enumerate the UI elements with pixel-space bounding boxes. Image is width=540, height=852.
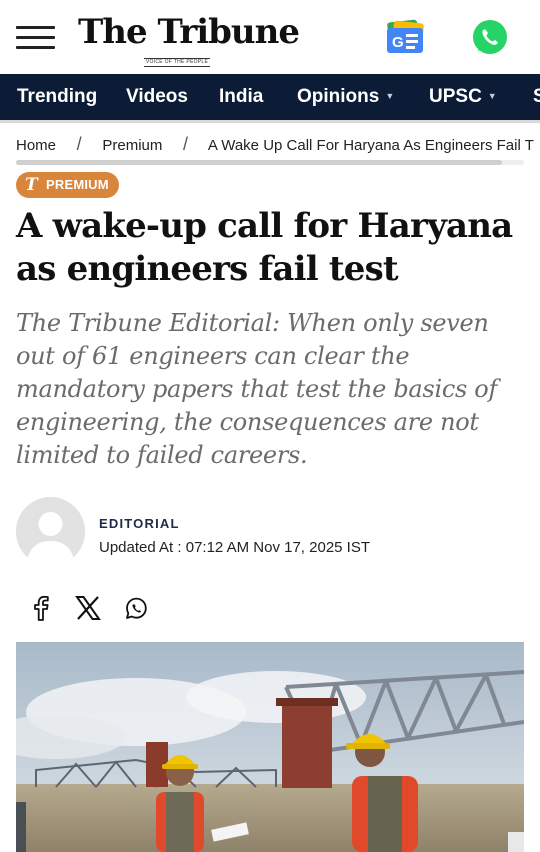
caret-down-icon: ▼ <box>385 91 395 101</box>
nav-upsc[interactable]: UPSC ▼ <box>429 74 497 122</box>
breadcrumb-separator: / <box>76 134 82 154</box>
site-header: The Tribune VOICE OF THE PEOPLE G <box>0 0 540 74</box>
google-news-icon[interactable]: G <box>384 19 426 55</box>
nav-label: Videos <box>126 86 188 107</box>
breadcrumb-separator: / <box>183 134 189 154</box>
nav-videos[interactable]: Videos <box>126 74 188 122</box>
breadcrumb-current: A Wake Up Call For Haryana As Engineers … <box>207 137 534 154</box>
logo-tagline: VOICE OF THE PEOPLE <box>144 58 210 67</box>
main-nav: Trending Videos India Opinions ▼ UPSC ▼ S <box>0 74 540 122</box>
collapsed-bridge-photo <box>16 642 524 852</box>
nav-trending[interactable]: Trending <box>17 74 97 122</box>
scrollbar-thumb[interactable] <box>16 160 502 165</box>
breadcrumb-home[interactable]: Home <box>16 137 56 154</box>
nav-label: India <box>219 86 264 107</box>
caret-down-icon: ▼ <box>487 91 497 101</box>
nav-india[interactable]: India <box>219 74 263 122</box>
user-placeholder-icon <box>16 497 85 566</box>
tribune-logo[interactable]: The Tribune VOICE OF THE PEOPLE <box>78 10 300 68</box>
nav-label: UPSC <box>429 86 482 108</box>
article-standfirst: The Tribune Editorial: When only seven o… <box>16 309 498 469</box>
facebook-icon[interactable] <box>26 593 56 623</box>
nav-label: Opinions <box>297 86 380 108</box>
whatsapp-icon[interactable] <box>121 593 151 623</box>
author-avatar[interactable] <box>16 497 85 566</box>
premium-badge: T PREMIUM <box>16 172 119 198</box>
premium-label: PREMIUM <box>46 177 109 192</box>
logo-text: The Tribune <box>78 12 300 52</box>
x-icon[interactable] <box>73 593 103 623</box>
updated-timestamp: Updated At : 07:12 AM Nov 17, 2025 IST <box>99 539 371 556</box>
menu-icon-bar <box>16 26 55 29</box>
nav-more[interactable]: S <box>533 74 540 122</box>
article-hero-image[interactable] <box>16 642 524 852</box>
nav-label: S <box>533 86 540 107</box>
nav-opinions[interactable]: Opinions ▼ <box>297 74 394 122</box>
article-headline: A wake-up call for Haryana as engineers … <box>16 206 513 289</box>
breadcrumb-scrollbar[interactable] <box>16 160 524 165</box>
menu-icon-bar <box>16 36 55 39</box>
whatsapp-header-icon[interactable] <box>471 18 509 56</box>
menu-icon[interactable] <box>16 26 56 50</box>
tribune-t-icon: T <box>25 175 38 195</box>
breadcrumb-premium[interactable]: Premium <box>102 137 162 154</box>
nav-divider <box>0 120 540 123</box>
breadcrumb: Home / Premium / A Wake Up Call For Hary… <box>16 134 540 156</box>
svg-text:G: G <box>392 34 404 51</box>
author-name[interactable]: EDITORIAL <box>99 516 180 531</box>
menu-icon-bar <box>16 46 55 49</box>
nav-label: Trending <box>17 86 98 107</box>
